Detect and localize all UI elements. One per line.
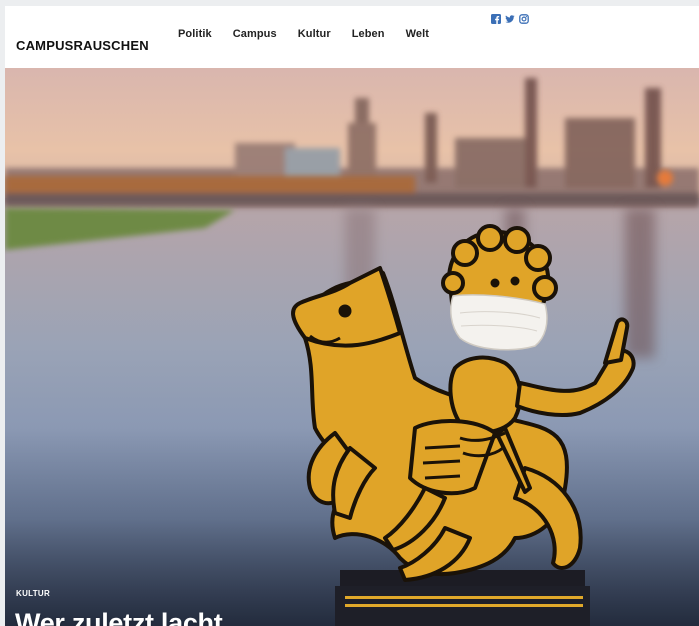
nav-item-welt[interactable]: Welt: [406, 28, 429, 40]
nav-item-politik[interactable]: Politik: [178, 28, 212, 40]
nav-item-leben[interactable]: Leben: [352, 28, 385, 40]
hero-article[interactable]: KULTUR Wer zuletzt lacht ...: [5, 68, 699, 626]
twitter-icon[interactable]: [505, 14, 515, 24]
site-header: CAMPUSRAUSCHEN Politik Campus Kultur Leb…: [5, 6, 699, 68]
statue-base: [335, 570, 590, 626]
main-nav: Politik Campus Kultur Leben Welt: [178, 28, 450, 40]
facebook-icon[interactable]: [491, 14, 501, 24]
instagram-icon[interactable]: [519, 14, 529, 24]
page-frame: CAMPUSRAUSCHEN Politik Campus Kultur Leb…: [5, 6, 699, 626]
face-mask: [450, 294, 548, 351]
nav-item-kultur[interactable]: Kultur: [298, 28, 331, 40]
article-category[interactable]: KULTUR: [16, 589, 50, 598]
nav-item-campus[interactable]: Campus: [233, 28, 277, 40]
article-title[interactable]: Wer zuletzt lacht ...: [15, 608, 252, 626]
social-links: [491, 14, 529, 24]
hero-image: [5, 68, 699, 626]
site-logo[interactable]: CAMPUSRAUSCHEN: [16, 38, 149, 53]
